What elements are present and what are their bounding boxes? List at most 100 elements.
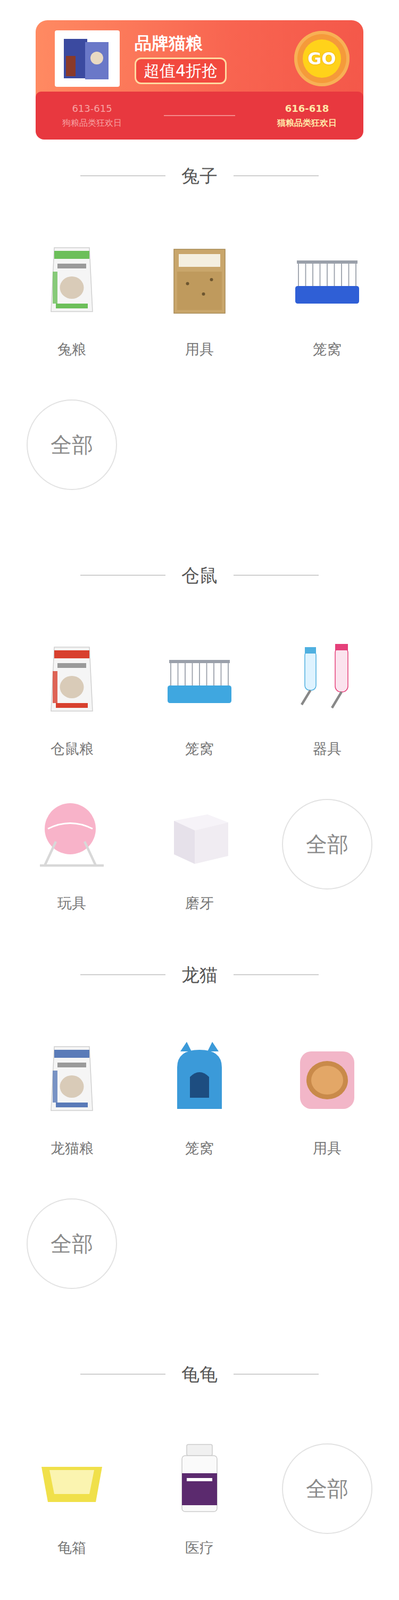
sale-day[interactable]: 613-615 狗粮品类狂欢日	[62, 103, 122, 128]
category-grid: 仓鼠粮 笼窝 器具玩具 磨牙 全部	[0, 601, 399, 942]
product-image[interactable]	[26, 1431, 118, 1522]
go-label: GO	[302, 39, 342, 78]
cage-icon	[287, 239, 368, 320]
banner-title: 品牌猫粮	[134, 32, 280, 54]
all-cell[interactable]: 全部	[7, 1186, 136, 1341]
category-item[interactable]: 玩具	[7, 787, 136, 942]
category-section: 龙猫龙猫粮 笼窝 用具全部	[0, 946, 399, 1346]
product-image[interactable]	[281, 633, 373, 724]
box-icon	[159, 239, 240, 320]
section-header: 龟龟	[0, 1345, 399, 1400]
category-item[interactable]: 用具	[263, 1032, 392, 1187]
category-item[interactable]: 器具	[263, 633, 392, 788]
item-label: 龟箱	[55, 1536, 89, 1556]
category-item[interactable]: 笼窝	[135, 1032, 264, 1187]
all-button[interactable]: 全部	[281, 1441, 373, 1533]
header-line	[80, 574, 166, 576]
item-label: 兔粮	[55, 339, 89, 359]
item-label: 玩具	[55, 892, 89, 912]
house-icon	[159, 1037, 240, 1118]
product-image[interactable]	[154, 787, 245, 878]
category-item[interactable]: 仓鼠粮	[7, 633, 136, 788]
item-label: 笼窝	[310, 339, 344, 359]
ball-icon	[31, 792, 112, 873]
all-button[interactable]: 全部	[26, 399, 118, 490]
item-label: 龙猫粮	[48, 1137, 96, 1157]
section-title: 龙猫	[181, 962, 218, 985]
sale-day[interactable]: 616-618 猫粮品类狂欢日	[277, 103, 337, 128]
section-title: 龟龟	[181, 1361, 218, 1384]
item-label: 器具	[310, 738, 344, 758]
header-line	[233, 1372, 319, 1374]
banner-text: 品牌猫粮超值4折抢	[134, 32, 280, 85]
all-cell[interactable]: 全部	[263, 787, 392, 942]
sale-label: 狗粮品类狂欢日	[62, 118, 122, 128]
category-item[interactable]: 用具	[135, 234, 264, 389]
page: 品牌猫粮超值4折抢 GO 613-615 狗粮品类狂欢日 616-618 猫粮品类狂欢日兔…	[0, 0, 399, 1591]
product-image[interactable]	[26, 633, 118, 724]
all-button[interactable]: 全部	[26, 1197, 118, 1288]
category-item[interactable]: 笼窝	[135, 633, 264, 788]
tray-icon	[31, 1436, 112, 1517]
product-image[interactable]	[154, 633, 245, 724]
category-grid: 龟箱 医疗 全部	[0, 1399, 399, 1586]
all-cell[interactable]: 全部	[263, 1431, 392, 1586]
cage-icon	[159, 638, 240, 719]
item-label: 磨牙	[183, 892, 216, 912]
category-item[interactable]: 兔粮	[7, 234, 136, 389]
sale-date: 616-618	[285, 103, 330, 114]
product-image[interactable]	[154, 234, 245, 325]
category-grid: 兔粮 用具 笼窝全部	[0, 202, 399, 543]
product-image[interactable]	[154, 1032, 245, 1123]
section-header: 龙猫	[0, 946, 399, 1001]
strip-divider	[163, 114, 236, 116]
nest-icon	[287, 1037, 368, 1118]
category-section: 仓鼠仓鼠粮 笼窝 器具玩具 磨牙 全部	[0, 547, 399, 947]
product-image[interactable]	[281, 234, 373, 325]
product-image[interactable]	[26, 787, 118, 878]
product-image[interactable]	[154, 1431, 245, 1522]
bag-icon	[31, 239, 112, 320]
category-item[interactable]: 磨牙	[135, 787, 264, 942]
item-label: 医疗	[183, 1536, 216, 1556]
category-grid: 龙猫粮 笼窝 用具全部	[0, 1000, 399, 1341]
header-line	[80, 175, 166, 177]
product-image[interactable]	[26, 1032, 118, 1123]
discount-badge: 超值4折抢	[134, 57, 227, 85]
item-label: 笼窝	[183, 738, 216, 758]
sale-date: 613-615	[71, 103, 112, 114]
section-header: 仓鼠	[0, 547, 399, 602]
item-label: 仓鼠粮	[48, 738, 96, 758]
promo-banner[interactable]: 品牌猫粮超值4折抢 GO 613-615 狗粮品类狂欢日 616-618 猫粮品类狂欢日	[35, 20, 364, 140]
item-label: 用具	[310, 1137, 344, 1157]
header-line	[233, 175, 319, 177]
product-image[interactable]	[26, 234, 118, 325]
jar-icon	[159, 1436, 240, 1517]
section-title: 仓鼠	[181, 563, 218, 586]
category-item[interactable]: 龙猫粮	[7, 1032, 136, 1187]
section-title: 兔子	[181, 164, 218, 187]
product-image[interactable]	[281, 1032, 373, 1123]
category-section: 兔子兔粮 用具 笼窝全部	[0, 148, 399, 548]
header-line	[80, 973, 166, 975]
banner-top[interactable]: 品牌猫粮超值4折抢 GO	[35, 20, 364, 97]
product-image	[54, 30, 120, 87]
bag-icon	[31, 638, 112, 719]
bottle-icon	[287, 638, 368, 719]
category-item[interactable]: 笼窝	[263, 234, 392, 389]
all-cell[interactable]: 全部	[7, 388, 136, 543]
header-line	[80, 1372, 166, 1374]
day-strip: 613-615 狗粮品类狂欢日 616-618 猫粮品类狂欢日	[35, 91, 364, 140]
bag-icon	[31, 1037, 112, 1118]
all-button[interactable]: 全部	[281, 798, 373, 889]
item-label: 用具	[183, 339, 216, 359]
block-icon	[159, 792, 240, 873]
go-button[interactable]: GO	[294, 30, 350, 87]
category-item[interactable]: 龟箱	[7, 1431, 136, 1586]
category-item[interactable]: 医疗	[135, 1431, 264, 1586]
header-line	[233, 574, 319, 576]
category-section: 龟龟龟箱 医疗 全部	[0, 1345, 399, 1591]
header-line	[233, 973, 319, 975]
sale-label: 猫粮品类狂欢日	[277, 118, 337, 128]
item-label: 笼窝	[183, 1137, 216, 1157]
